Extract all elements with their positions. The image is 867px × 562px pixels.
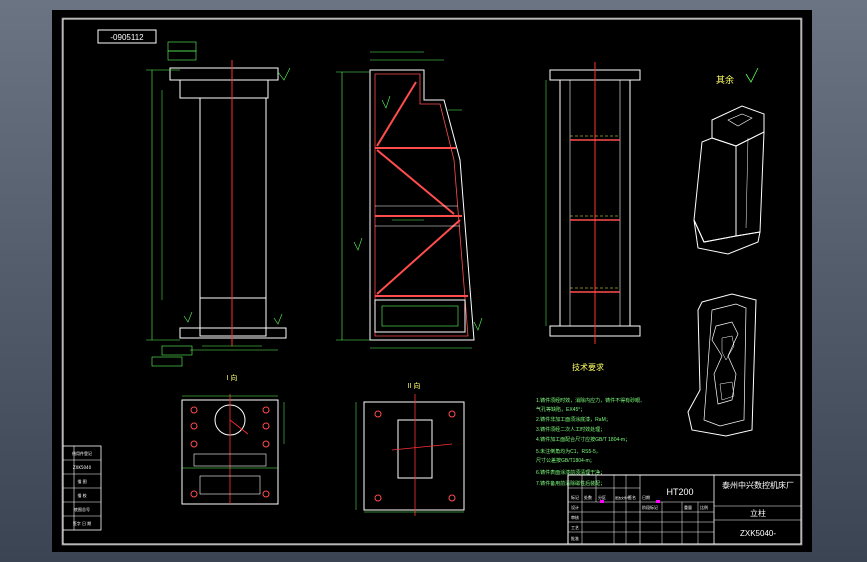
roughness-note: 其余	[716, 74, 734, 85]
drawing-sheet[interactable]: -0905112 I 向 其余 II 向 技术要求 1.铸件须经时效，消除内应力…	[52, 10, 812, 552]
design-label: 审核	[571, 514, 579, 520]
design-label: 设计	[571, 504, 579, 510]
row-label: 日期	[642, 494, 650, 500]
tech-note: 4.铸件加工面配合尺寸应按GB/T 1804-m；	[536, 436, 630, 443]
scale-label: 比例	[700, 504, 708, 510]
scale-label: 阶段标记	[642, 504, 658, 510]
front-view-left	[146, 41, 291, 367]
strip-label: 描 图	[77, 478, 86, 484]
row-label: 分区	[598, 494, 606, 500]
tech-note: 7.铸件备用前清除磁性后装配；	[536, 480, 605, 487]
highlight-marker	[656, 500, 660, 503]
tech-note: 5.未注倒角均为C1，RS5-5，	[536, 448, 601, 455]
highlight-marker	[600, 500, 604, 503]
bottom-view-middle	[355, 394, 465, 516]
isometric-view-top	[693, 105, 765, 255]
bottom-view-left	[181, 394, 285, 505]
tech-note: 气孔等缺陷，EX45°；	[536, 406, 585, 413]
row-label: 处数	[584, 494, 592, 500]
part-name: 立柱	[750, 508, 766, 518]
material: HT200	[666, 487, 693, 497]
drawing-number: ZXK5040-	[740, 529, 776, 538]
scale-label: 重量	[684, 504, 692, 510]
tech-note: 1.铸件须经时效，消除内应力，铸件不得有砂眼、	[536, 397, 645, 404]
isometric-view-bottom	[687, 293, 757, 437]
tech-requirements-title: 技术要求	[572, 362, 604, 372]
drawing-canvas: -0905112 I 向 其余 II 向 技术要求 1.铸件须经时效，消除内应力…	[61, 17, 803, 546]
tech-notes: 1.铸件须经时效，消除内应力，铸件不得有砂眼、 气孔等缺陷，EX45°； 2.铸…	[536, 397, 645, 487]
strip-label: ZXK5040	[73, 465, 92, 470]
company-name: 泰州中兴数控机床厂	[722, 480, 794, 490]
strip-label: 签字 日 期	[73, 520, 92, 526]
section-label-right: II 向	[408, 381, 421, 390]
side-view	[545, 62, 641, 344]
tech-note: 3.铸件须经二次人工时效处理；	[536, 426, 605, 433]
code-tag: -0905112	[110, 33, 144, 42]
row-label: 签名	[628, 494, 636, 500]
roughness-symbol	[745, 67, 759, 83]
tech-note: 2.铸件非加工面须涂底漆，RaM；	[536, 416, 611, 423]
strip-label: 底图总号	[74, 506, 90, 512]
row-label: 标记	[571, 494, 579, 500]
strip-label: 描 校	[77, 492, 86, 498]
section-view-middle	[336, 51, 483, 349]
strip-label: 借用件登记	[72, 450, 92, 456]
section-label-left: I 向	[227, 373, 238, 382]
design-label: 工艺	[571, 525, 579, 530]
left-strip: 借用件登记 ZXK5040 描 图 描 校 底图总号 签字 日 期	[62, 445, 102, 531]
design-label: 批准	[571, 535, 579, 541]
tech-note: 尺寸公差按GB/T1804-m；	[536, 457, 595, 464]
